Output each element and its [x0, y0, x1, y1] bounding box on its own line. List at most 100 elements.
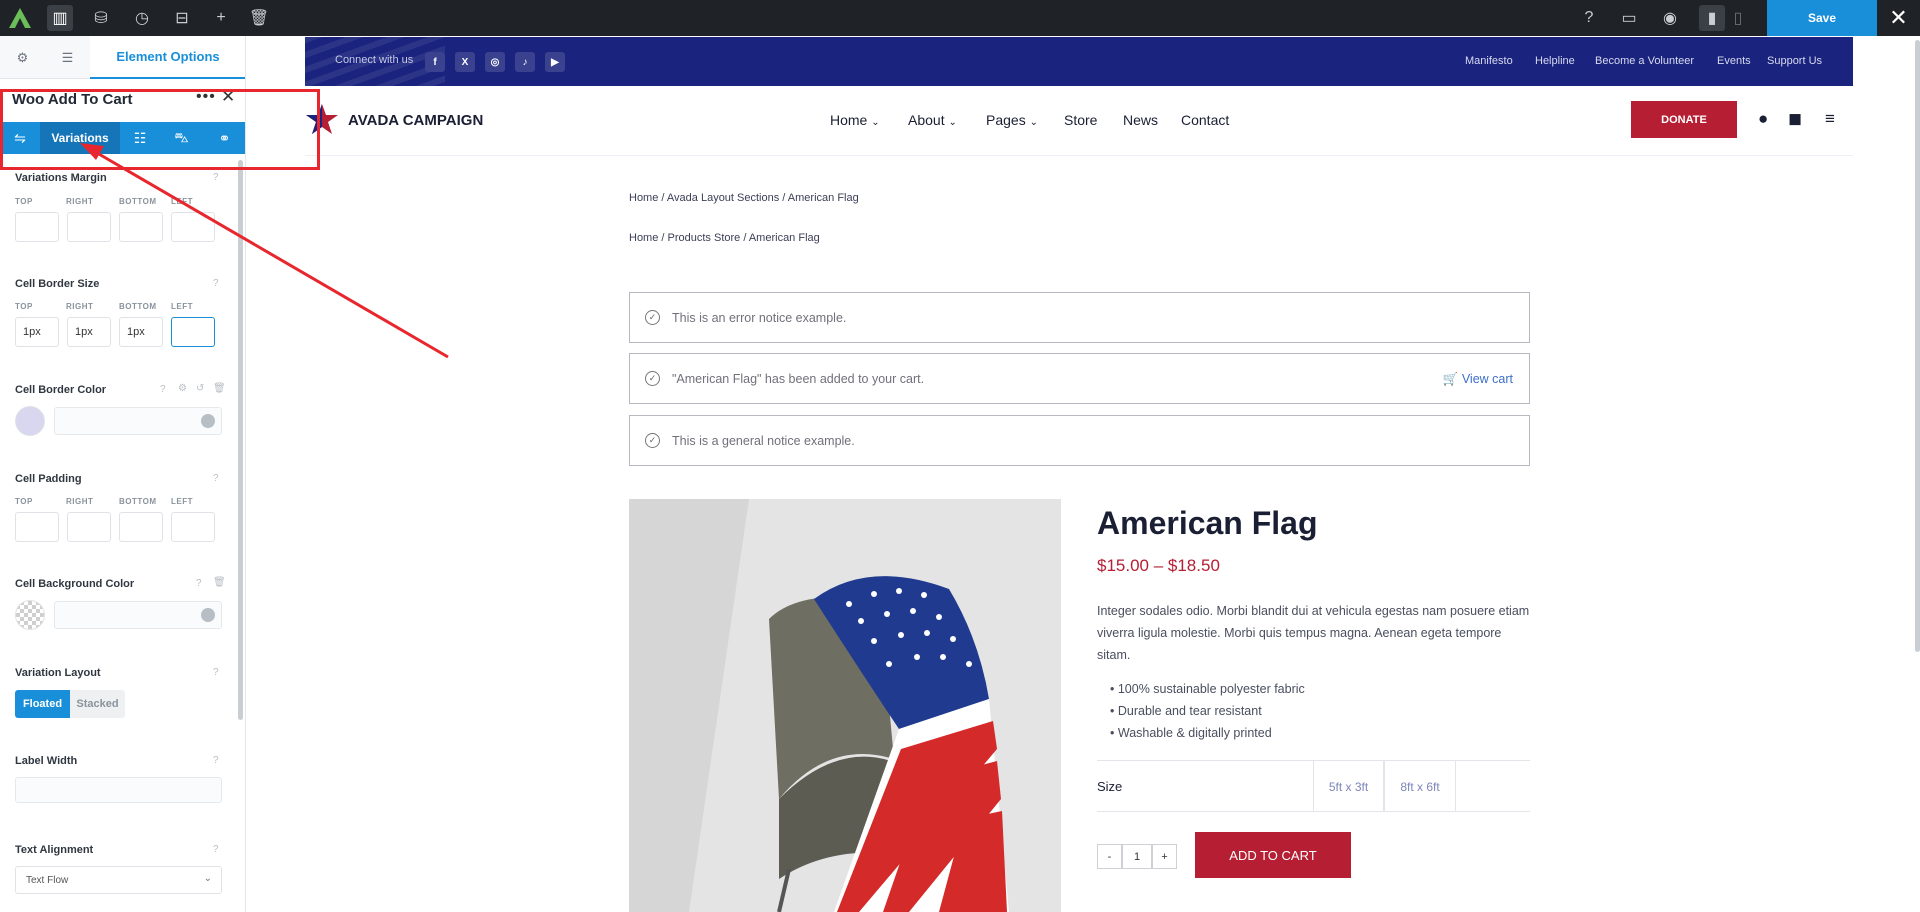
add-to-cart-button[interactable]: ADD TO CART — [1195, 832, 1351, 878]
reset-icon[interactable]: ↺ — [196, 383, 204, 394]
size-option-5x3[interactable]: 5ft x 3ft — [1313, 761, 1384, 812]
view-cart-link[interactable]: 🛒 View cart — [1443, 372, 1513, 387]
border-left-input[interactable] — [171, 317, 215, 347]
nav-home[interactable]: Home ⌄ — [830, 112, 880, 128]
x-twitter-icon[interactable]: X — [455, 52, 475, 72]
label-width-input[interactable] — [15, 777, 222, 803]
quantity-minus-button[interactable]: - — [1097, 844, 1122, 869]
menu-icon[interactable]: ≡ — [1825, 109, 1835, 129]
chevron-down-icon: ⌄ — [203, 873, 212, 884]
border-color-input[interactable] — [54, 407, 222, 435]
top-link-volunteer[interactable]: Become a Volunteer — [1595, 55, 1694, 67]
border-color-swatch[interactable] — [15, 406, 45, 436]
panel-scrollbar[interactable] — [238, 160, 243, 720]
margin-left-input[interactable] — [171, 212, 215, 242]
toggles-icon[interactable]: ⊟ — [169, 5, 195, 31]
breadcrumb-link[interactable]: Home — [629, 192, 658, 204]
global-setting-icon[interactable]: ⚙ — [178, 383, 187, 394]
general-subtab-icon[interactable]: ⇋ — [0, 122, 40, 154]
facebook-icon[interactable]: f — [425, 52, 445, 72]
margin-bottom-input[interactable] — [119, 212, 163, 242]
help-icon[interactable]: ? — [213, 473, 219, 484]
top-link-events[interactable]: Events — [1717, 55, 1751, 67]
layout-icon[interactable]: ▥ — [47, 5, 73, 31]
more-options-icon[interactable]: ••• — [196, 88, 216, 106]
trash-icon[interactable]: 🗑 — [246, 5, 272, 31]
avada-logo-icon[interactable] — [7, 6, 33, 30]
extras-subtab-icon[interactable]: ⚭ — [203, 122, 245, 154]
left-label: LEFT — [171, 197, 193, 206]
help-icon[interactable]: ? — [213, 278, 219, 289]
nav-contact[interactable]: Contact — [1181, 112, 1229, 128]
right-label: RIGHT — [66, 497, 94, 506]
size-option-8x6[interactable]: 8ft x 6ft — [1384, 761, 1456, 812]
breadcrumb-link[interactable]: Avada Layout Sections — [667, 192, 779, 204]
nav-store[interactable]: Store — [1064, 112, 1097, 128]
padding-top-input[interactable] — [15, 512, 59, 542]
border-bottom-input[interactable]: 1px — [119, 317, 163, 347]
tab-element-options[interactable]: Element Options — [90, 36, 245, 79]
tab-variations[interactable]: Variations — [40, 122, 120, 154]
nav-news[interactable]: News — [1123, 112, 1158, 128]
save-button[interactable]: Save — [1767, 0, 1877, 36]
stacked-option[interactable]: Stacked — [70, 690, 125, 718]
padding-bottom-input[interactable] — [119, 512, 163, 542]
breadcrumb-link[interactable]: Home — [629, 232, 658, 244]
help-icon[interactable]: ? — [160, 384, 166, 395]
settings-tab-icon[interactable]: ⚙ — [0, 36, 45, 79]
globe-icon[interactable] — [201, 608, 215, 622]
margin-top-input[interactable] — [15, 212, 59, 242]
globe-icon[interactable] — [201, 414, 215, 428]
page-icon[interactable]: ▮ — [1699, 5, 1725, 31]
padding-left-input[interactable] — [171, 512, 215, 542]
quantity-plus-button[interactable]: + — [1152, 844, 1177, 869]
preview-scrollbar[interactable] — [1915, 40, 1920, 652]
desktop-icon[interactable]: ▭ — [1616, 5, 1642, 31]
history-icon[interactable]: ◷ — [129, 5, 155, 31]
background-color-input[interactable] — [54, 601, 222, 629]
page-alt-icon[interactable]: ▯ — [1725, 5, 1751, 31]
product-description: Integer sodales odio. Morbi blandit dui … — [1097, 604, 1530, 662]
list-subtab-icon[interactable]: ☷ — [120, 122, 160, 154]
options-tab-icon[interactable]: ☰ — [45, 36, 90, 79]
help-icon[interactable]: ? — [1576, 5, 1602, 31]
top-link-helpline[interactable]: Helpline — [1535, 55, 1575, 67]
border-top-input[interactable]: 1px — [15, 317, 59, 347]
quantity-input[interactable]: 1 — [1122, 844, 1152, 869]
border-right-input[interactable]: 1px — [67, 317, 111, 347]
library-icon[interactable]: ⛁ — [88, 5, 114, 31]
user-icon[interactable]: ● — [1758, 109, 1768, 129]
youtube-icon[interactable]: ▶ — [545, 52, 565, 72]
floated-option[interactable]: Floated — [15, 690, 70, 718]
close-panel-icon[interactable]: ✕ — [221, 87, 235, 107]
help-icon[interactable]: ? — [196, 578, 202, 589]
product-image[interactable] — [629, 499, 1061, 912]
padding-right-input[interactable] — [67, 512, 111, 542]
help-icon[interactable]: ? — [213, 667, 219, 678]
site-logo-text[interactable]: AVADA CAMPAIGN — [348, 112, 483, 129]
cart-icon[interactable]: ◼ — [1788, 109, 1802, 129]
close-builder-button[interactable]: ✕ — [1877, 0, 1920, 36]
left-label: LEFT — [171, 497, 193, 506]
cart-subtab-icon[interactable]: ⛍ — [160, 122, 203, 154]
cell-border-size-label: Cell Border Size — [15, 278, 100, 290]
nav-pages[interactable]: Pages ⌄ — [986, 112, 1038, 128]
tiktok-icon[interactable]: ♪ — [515, 52, 535, 72]
trash-icon[interactable]: 🗑 — [213, 383, 226, 394]
background-color-swatch[interactable] — [15, 600, 45, 630]
top-link-support[interactable]: Support Us — [1767, 55, 1822, 67]
instagram-icon[interactable]: ◎ — [485, 52, 505, 72]
margin-right-input[interactable] — [67, 212, 111, 242]
star-logo-icon[interactable] — [305, 102, 339, 136]
add-icon[interactable]: + — [208, 5, 234, 31]
trash-icon[interactable]: 🗑 — [213, 577, 226, 588]
help-icon[interactable]: ? — [213, 172, 219, 183]
donate-button[interactable]: DONATE — [1631, 101, 1737, 138]
help-icon[interactable]: ? — [213, 755, 219, 766]
nav-about[interactable]: About ⌄ — [908, 112, 957, 128]
help-icon[interactable]: ? — [213, 844, 219, 855]
breadcrumb-link[interactable]: Products Store — [668, 232, 741, 244]
text-alignment-select[interactable]: Text Flow ⌄ — [15, 866, 222, 894]
preview-icon[interactable]: ◉ — [1657, 5, 1683, 31]
top-link-manifesto[interactable]: Manifesto — [1465, 55, 1513, 67]
